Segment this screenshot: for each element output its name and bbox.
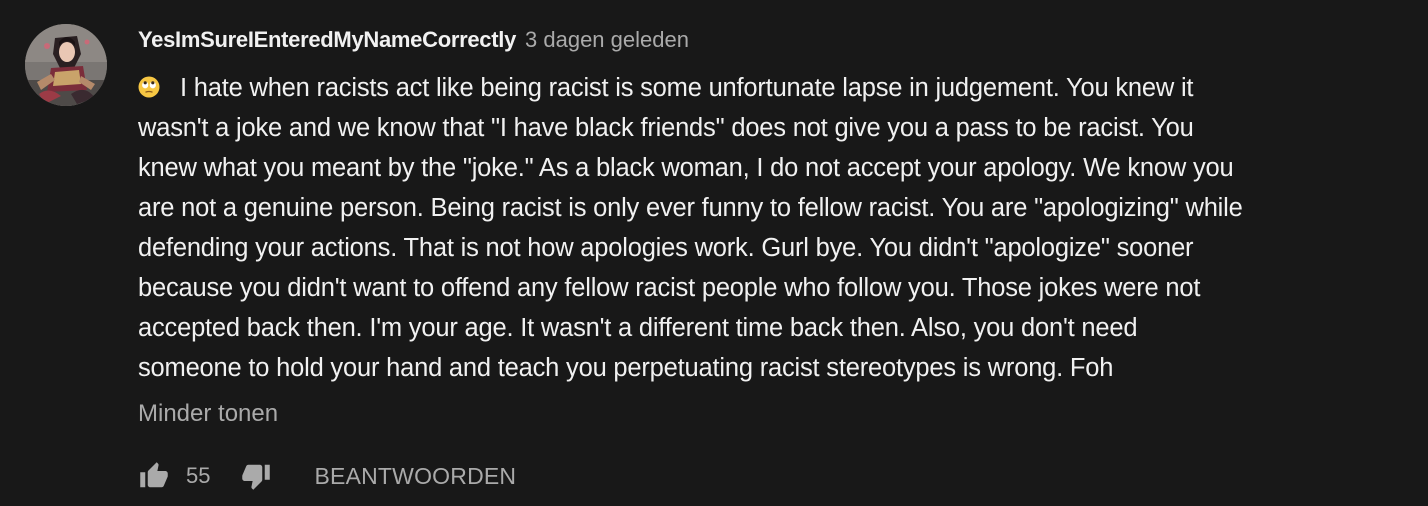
thumbs-up-icon [140,462,168,488]
comment-text: I hate when racists act like being racis… [138,68,1423,388]
face-with-rolling-eyes-emoji [138,70,160,98]
author-name[interactable]: YesImSureIEnteredMyNameCorrectly [138,27,516,53]
comment-text-line: because you didn't want to offend any fe… [138,274,1201,302]
comment-thread: YesImSureIEnteredMyNameCorrectly 3 dagen… [0,0,1428,506]
comment-text-line: I hate when racists act like being racis… [138,68,1423,108]
thumbs-down-icon [242,464,271,490]
comment-text-line-content: I hate when racists act like being racis… [180,74,1194,102]
comment-text-line: accepted back then. I'm your age. It was… [138,314,1138,342]
comment-text-line: wasn't a joke and we know that "I have b… [138,114,1194,142]
comment-timestamp[interactable]: 3 dagen geleden [525,27,689,53]
comment-action-bar: 55 BEANTWOORDEN [138,458,516,494]
comment-header: YesImSureIEnteredMyNameCorrectly 3 dagen… [138,27,689,57]
like-button[interactable] [138,460,170,492]
comment-text-line: are not a genuine person. Being racist i… [138,194,1243,222]
dislike-button[interactable] [240,460,272,492]
avatar-image [25,24,107,106]
show-less-button[interactable]: Minder tonen [138,400,278,428]
reply-button[interactable]: BEANTWOORDEN [314,463,516,490]
comment-text-line: someone to hold your hand and teach you … [138,354,1114,382]
like-count: 55 [186,463,211,488]
avatar[interactable] [25,24,107,106]
comment-text-line: knew what you meant by the "joke." As a … [138,154,1234,182]
comment-text-line: defending your actions. That is not how … [138,234,1194,262]
